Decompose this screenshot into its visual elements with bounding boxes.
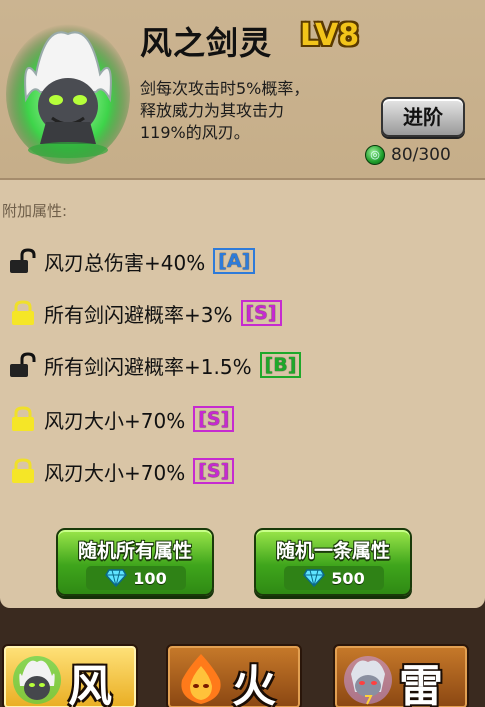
skill-description: 剑每次攻击时5%概率， 释放威力为其攻击力 119%的风刃。: [140, 78, 360, 144]
wind-spirit-portrait-icon: [6, 24, 130, 164]
diamond-icon: [105, 569, 128, 587]
cost-value: 500: [331, 568, 365, 588]
tab-label: 火: [232, 661, 276, 707]
reroll-one-cost: 500: [284, 566, 384, 590]
cost-value: 100: [133, 568, 167, 588]
thunder-spirit-icon: [344, 656, 392, 705]
unlocked-lock-icon[interactable]: [8, 352, 38, 378]
attribute-row: 所有剑闪避概率+1.5% [B]: [8, 348, 302, 382]
skill-name: 风之剑灵: [140, 24, 273, 62]
wind-spirit-icon: [13, 656, 61, 704]
attribute-grade: [B]: [259, 352, 302, 378]
attribute-text: 风刃总伤害+40%: [44, 250, 206, 275]
tab-fire[interactable]: 火: [166, 644, 302, 707]
unlocked-lock-icon[interactable]: [8, 248, 38, 274]
token-count: 80/300: [391, 145, 451, 165]
attribute-row: 所有剑闪避概率+3% [S]: [8, 296, 282, 330]
reroll-all-button[interactable]: 随机所有属性 100: [56, 528, 214, 596]
element-tab-bar: 风 火 雷: [0, 614, 485, 707]
attribute-row: 风刃大小+70% [S]: [8, 402, 235, 436]
attribute-row: 风刃总伤害+40% [A]: [8, 244, 256, 278]
tab-label: 雷: [399, 661, 443, 707]
attribute-text: 风刃大小+70%: [44, 408, 186, 433]
tab-label: 风: [68, 661, 112, 707]
attributes-heading: 附加属性:: [2, 202, 68, 220]
attribute-grade: [S]: [240, 300, 282, 326]
locked-lock-icon[interactable]: [8, 406, 38, 432]
attribute-grade: [A]: [213, 248, 256, 274]
fire-spirit-icon: [181, 654, 221, 704]
attribute-text: 所有剑闪避概率+1.5%: [44, 354, 252, 379]
reroll-one-button[interactable]: 随机一条属性 500: [254, 528, 412, 596]
locked-lock-icon[interactable]: [8, 458, 38, 484]
tab-thunder[interactable]: 雷: [333, 644, 469, 707]
attribute-text: 所有剑闪避概率+3%: [44, 302, 233, 327]
advance-button[interactable]: 进阶: [381, 97, 465, 137]
attribute-grade: [S]: [193, 458, 235, 484]
attribute-text: 风刃大小+70%: [44, 460, 186, 485]
skill-header: 风之剑灵 LV8 剑每次攻击时5%概率， 释放威力为其攻击力 119%的风刃。 …: [0, 0, 485, 180]
spirit-token-icon: ◎: [365, 145, 385, 165]
skill-panel: 风之剑灵 LV8 剑每次攻击时5%概率， 释放威力为其攻击力 119%的风刃。 …: [0, 0, 485, 608]
skill-level: LV8: [300, 18, 360, 53]
skill-description-line: 119%的风刃。: [140, 123, 250, 142]
reroll-all-label: 随机所有属性: [77, 540, 192, 562]
reroll-one-label: 随机一条属性: [275, 540, 390, 562]
token-counter: ◎ 80/300: [365, 144, 451, 166]
diamond-icon: [303, 569, 326, 587]
reroll-all-cost: 100: [86, 566, 186, 590]
attribute-row: 风刃大小+70% [S]: [8, 454, 235, 488]
attribute-grade: [S]: [193, 406, 235, 432]
skill-description-line: 释放威力为其攻击力: [140, 101, 285, 120]
locked-lock-icon[interactable]: [8, 300, 38, 326]
skill-description-line: 剑每次攻击时5%概率，: [140, 79, 310, 98]
tab-wind[interactable]: 风: [2, 644, 138, 707]
